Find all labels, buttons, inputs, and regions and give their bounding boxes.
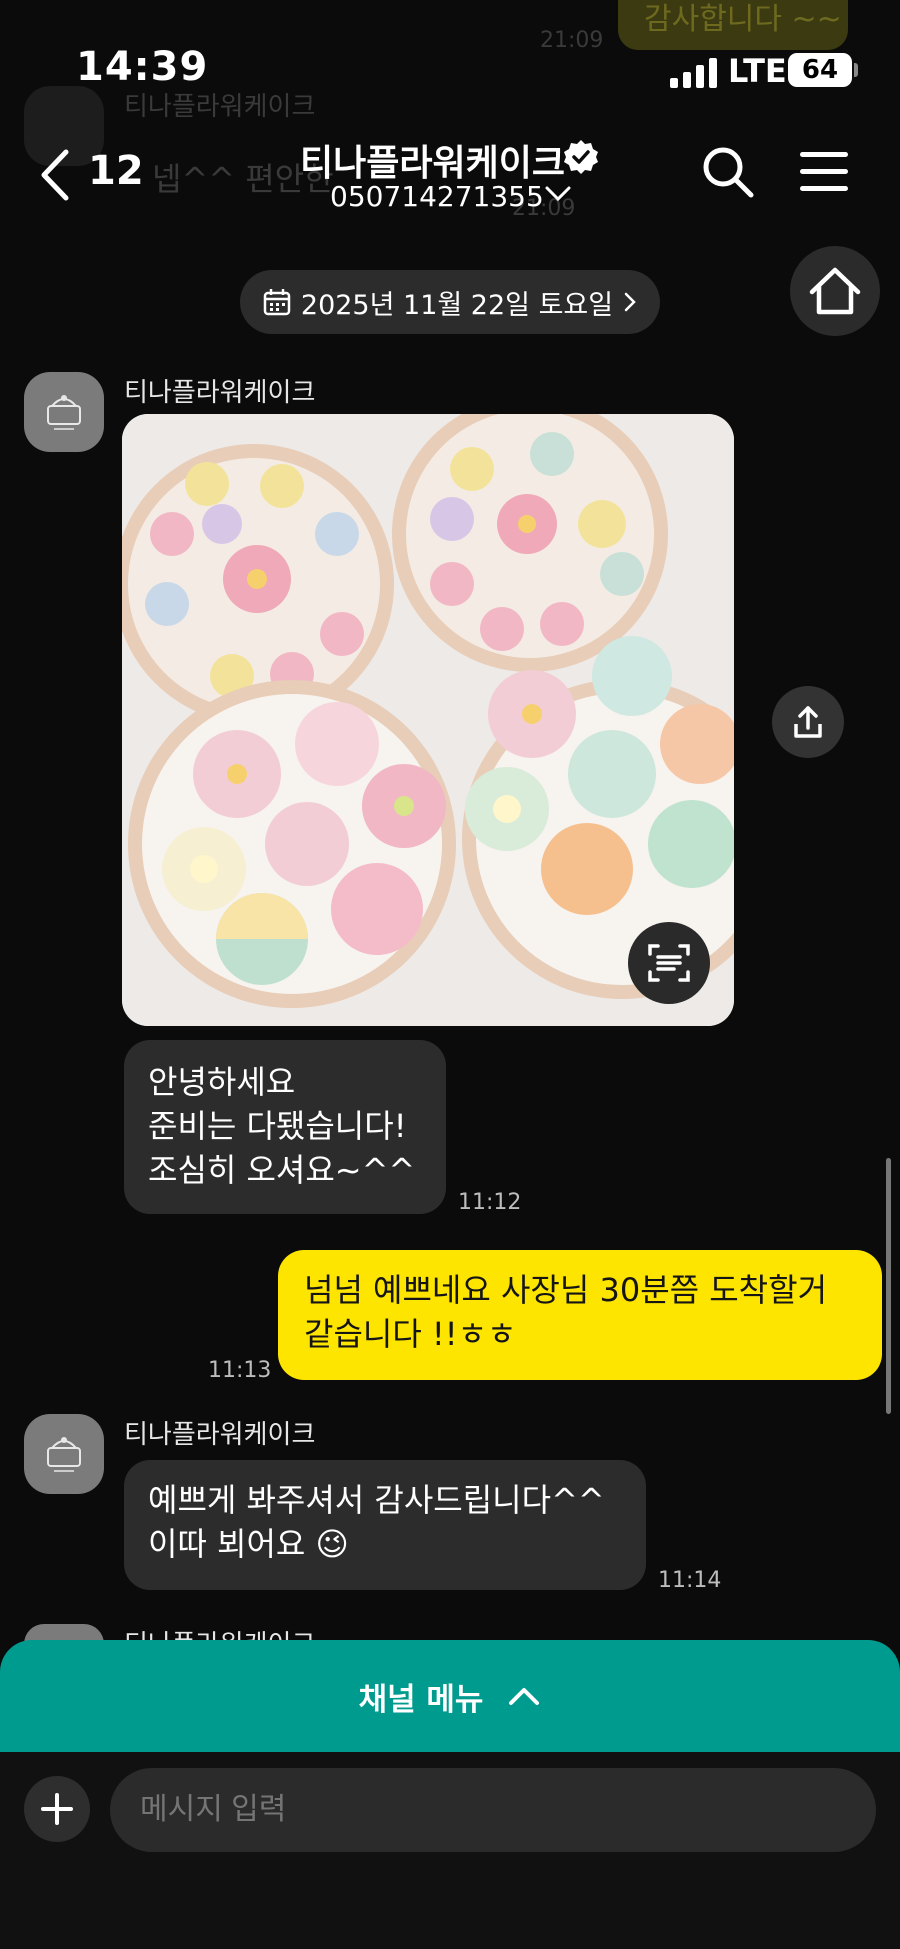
date-divider[interactable]: 2025년 11월 22일 토요일: [240, 270, 660, 334]
avatar[interactable]: [24, 1414, 104, 1494]
chevron-left-icon: [41, 149, 69, 201]
text-scan-icon: [648, 944, 690, 982]
channel-menu-label: 채널 메뉴: [358, 1681, 484, 1718]
scrollbar[interactable]: [886, 1158, 891, 1414]
verified-badge-icon: [562, 138, 600, 176]
background-time: 21:09: [540, 28, 604, 53]
share-button[interactable]: [772, 686, 844, 758]
battery-level: 64: [788, 53, 852, 87]
attach-button[interactable]: [24, 1776, 90, 1842]
search-button[interactable]: [700, 144, 756, 200]
background-message-text: 감사합니다 ~~: [644, 2, 842, 37]
home-button[interactable]: [790, 246, 880, 336]
search-icon: [703, 147, 754, 198]
home-icon: [809, 267, 861, 315]
hamburger-menu-icon[interactable]: [800, 152, 848, 192]
channel-menu-button[interactable]: 채널 메뉴: [0, 1640, 900, 1752]
share-icon: [794, 706, 822, 738]
shop-logo-icon: [47, 1437, 81, 1472]
signal-strength-icon: [670, 58, 718, 88]
chevron-right-icon: [624, 292, 636, 312]
message-time: 11:14: [658, 1568, 722, 1593]
sender-name: 티나플라워케이크: [124, 378, 316, 408]
network-type: LTE: [728, 52, 787, 90]
message-time: 11:12: [458, 1190, 522, 1215]
received-message-bubble[interactable]: 안녕하세요 준비는 다됐습니다! 조심히 오셔요~^^: [124, 1040, 446, 1214]
message-time: 11:13: [208, 1358, 272, 1383]
battery-cap: [854, 63, 858, 77]
calendar-icon: [263, 289, 291, 316]
shop-logo-icon: [47, 395, 81, 430]
unread-count[interactable]: 12: [88, 148, 144, 194]
background-sender: 티나플라워케이크: [124, 92, 316, 122]
chevron-up-icon: [509, 1688, 540, 1705]
back-button[interactable]: [36, 148, 82, 202]
sent-message-bubble[interactable]: 넘넘 예쁘네요 사장님 30분쯤 도착할거 같습니다 !!ㅎㅎ: [278, 1250, 882, 1380]
text-scan-button[interactable]: [628, 922, 710, 1004]
sender-name: 티나플라워케이크: [124, 1420, 316, 1450]
avatar[interactable]: [24, 372, 104, 452]
status-time: 14:39: [76, 44, 209, 90]
date-label: 2025년 11월 22일 토요일: [300, 289, 614, 321]
chevron-down-icon[interactable]: [544, 184, 572, 204]
received-message-bubble[interactable]: 예쁘게 봐주셔서 감사드립니다^^ 이따 뵈어요 😉: [124, 1460, 646, 1590]
message-input[interactable]: [110, 1768, 876, 1852]
chat-title[interactable]: 티나플라워케이크: [300, 134, 565, 186]
plus-icon: [41, 1793, 73, 1825]
phone-number[interactable]: 050714271355: [330, 180, 544, 213]
